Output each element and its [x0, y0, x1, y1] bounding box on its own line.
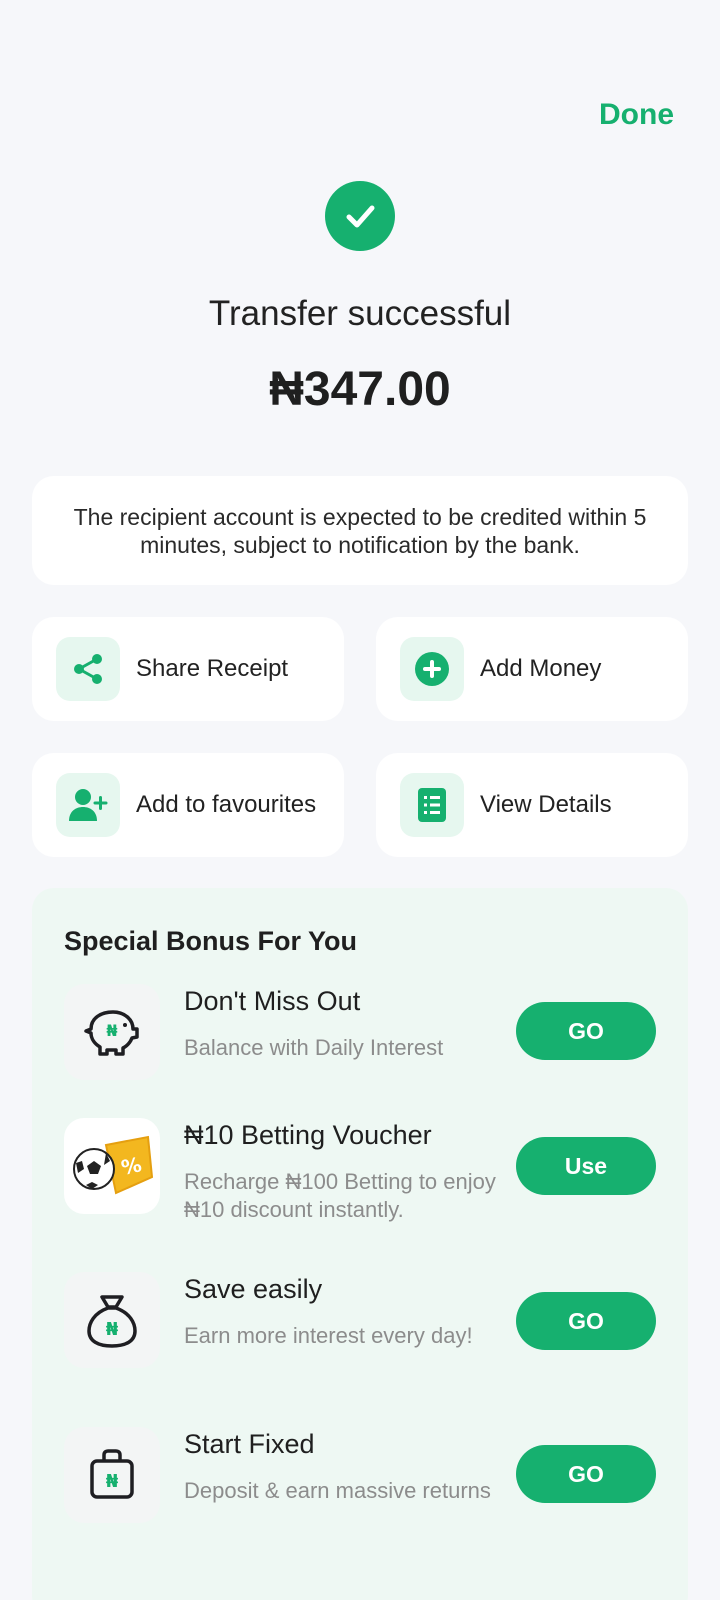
- offer-betting-voucher: % ₦10 Betting Voucher Recharge ₦100 Bett…: [32, 1118, 688, 1238]
- share-icon: [56, 637, 120, 701]
- money-bag-icon: ₦: [64, 1272, 160, 1368]
- add-to-favourites-label: Add to favourites: [136, 791, 317, 818]
- check-icon: [325, 181, 395, 251]
- soccer-voucher-icon: %: [64, 1118, 160, 1214]
- view-details-button[interactable]: View Details: [376, 753, 688, 857]
- svg-text:₦: ₦: [106, 1319, 119, 1340]
- view-details-label: View Details: [480, 791, 612, 818]
- offer-subtitle: Deposit & earn massive returns: [184, 1478, 491, 1503]
- transfer-amount: ₦347.00: [269, 363, 451, 416]
- share-receipt-button[interactable]: Share Receipt: [32, 617, 344, 721]
- add-user-icon: [56, 773, 120, 837]
- bonus-title: Special Bonus For You: [64, 926, 358, 956]
- offer-go-button[interactable]: GO: [516, 1292, 656, 1350]
- offer-title: Don't Miss Out: [184, 986, 361, 1016]
- add-money-label: Add Money: [480, 655, 602, 682]
- share-receipt-label: Share Receipt: [136, 655, 289, 682]
- offer-start-fixed: ₦ Start Fixed Deposit & earn massive ret…: [32, 1427, 688, 1547]
- offer-dont-miss-out: ₦ Don't Miss Out Balance with Daily Inte…: [32, 984, 688, 1094]
- transfer-success-screen: Done Transfer successful ₦347.00 The rec…: [0, 0, 720, 1600]
- offer-go-button[interactable]: GO: [516, 1002, 656, 1060]
- plus-circle-icon: [400, 637, 464, 701]
- offer-save-easily: ₦ Save easily Earn more interest every d…: [32, 1272, 688, 1392]
- offer-go-button[interactable]: GO: [516, 1445, 656, 1503]
- add-to-favourites-button[interactable]: Add to favourites: [32, 753, 344, 857]
- offer-subtitle: Recharge ₦100 Betting to enjoy ₦10 disco…: [184, 1169, 496, 1222]
- offer-title: Save easily: [184, 1274, 323, 1304]
- done-button[interactable]: Done: [599, 98, 674, 132]
- offer-subtitle: Earn more interest every day!: [184, 1323, 473, 1348]
- offer-subtitle: Balance with Daily Interest: [184, 1035, 444, 1060]
- svg-text:₦: ₦: [106, 1471, 119, 1492]
- credit-notice: The recipient account is expected to be …: [32, 476, 688, 585]
- offer-title: Start Fixed: [184, 1429, 315, 1459]
- offer-use-button[interactable]: Use: [516, 1137, 656, 1195]
- list-icon: [400, 773, 464, 837]
- offer-title: ₦10 Betting Voucher: [184, 1120, 432, 1150]
- svg-text:₦: ₦: [106, 1021, 117, 1040]
- status-title: Transfer successful: [208, 294, 512, 333]
- special-bonus-section: Special Bonus For You ₦ Don't Miss Out B…: [32, 888, 688, 1600]
- safe-box-icon: ₦: [64, 1427, 160, 1523]
- piggy-bank-icon: ₦: [64, 984, 160, 1080]
- add-money-button[interactable]: Add Money: [376, 617, 688, 721]
